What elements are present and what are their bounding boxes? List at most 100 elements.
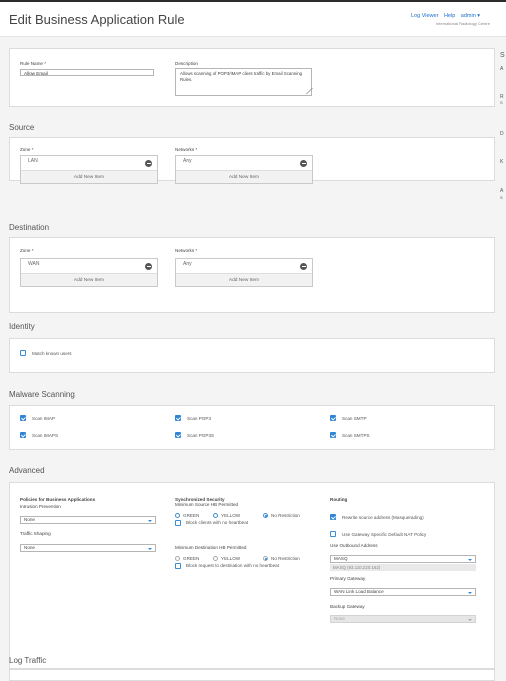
traffic-shaping-label: Traffic Shaping: [20, 531, 51, 536]
right-panel-letter: A: [500, 188, 504, 194]
rewrite-source-label: Rewrite source address (Masquerading): [342, 515, 424, 520]
right-panel-letter: S: [500, 52, 505, 59]
source-zone-list: LAN Add New Item: [20, 155, 158, 184]
log-viewer-link[interactable]: Log Viewer: [411, 13, 438, 19]
use-outbound-label: Use Outbound Address: [330, 543, 378, 548]
right-panel-letter: S: [500, 195, 503, 200]
remove-icon[interactable]: [145, 160, 152, 167]
source-zone-label: Zone *: [20, 147, 34, 152]
block-clients-label: Block clients with no heartbeat: [186, 520, 249, 525]
rule-name-input[interactable]: Allow Email: [20, 69, 154, 76]
scan-pop3-checkbox[interactable]: [175, 415, 181, 421]
destination-networks-item: Any: [183, 261, 192, 267]
destination-section-title: Destination: [9, 223, 50, 232]
backup-gateway-select[interactable]: None: [330, 615, 476, 623]
backup-gateway-value: None: [334, 616, 345, 621]
outbound-address-select[interactable]: MASQ: [330, 555, 476, 563]
scan-pop3s-label: Scan POP3S: [187, 433, 215, 438]
description-text: Allows scanning of POP3/IMAP client traf…: [180, 71, 303, 82]
policies-title: Policies for Business Applications: [20, 497, 96, 502]
traffic-shaping-value: None: [24, 545, 35, 550]
source-hb-no-restriction-label: No Restriction: [271, 513, 300, 518]
destination-networks-add-button[interactable]: Add New Item: [176, 273, 312, 286]
remove-icon[interactable]: [300, 160, 307, 167]
log-traffic-section-title: Log Traffic: [9, 656, 47, 665]
description-textarea[interactable]: Allows scanning of POP3/IMAP client traf…: [175, 68, 313, 96]
dest-hb-green-radio[interactable]: [175, 556, 180, 561]
advanced-section-title: Advanced: [9, 466, 45, 475]
backup-gateway-label: Backup Gateway: [330, 604, 365, 609]
remove-icon[interactable]: [300, 263, 307, 270]
right-side-panel: S A R S D K A S: [500, 40, 506, 280]
dest-hb-no-restriction-radio[interactable]: [263, 556, 268, 561]
right-panel-letter: S: [500, 100, 503, 105]
destination-networks-list: Any Add New Item: [175, 258, 313, 287]
organization-name: International Radiology Centre: [435, 21, 490, 26]
traffic-shaping-select[interactable]: None: [20, 544, 156, 552]
scan-smtps-checkbox[interactable]: [330, 432, 336, 438]
match-known-users-label: Match known users: [32, 351, 72, 356]
scan-imaps-label: Scan IMAPS: [32, 433, 59, 438]
advanced-card: Policies for Business Applications Intru…: [9, 482, 495, 669]
intrusion-prevention-select[interactable]: None: [20, 516, 156, 524]
source-networks-list: Any Add New Item: [175, 155, 313, 184]
outbound-ip-display: MASQ (93.110.220.162): [330, 564, 476, 571]
destination-zone-add-button[interactable]: Add New Item: [21, 273, 157, 286]
scan-smtp-checkbox[interactable]: [330, 415, 336, 421]
dest-hb-yellow-label: YELLOW: [221, 556, 241, 561]
source-section-title: Source: [9, 123, 35, 132]
rule-name-label: Rule Name *: [20, 61, 47, 66]
source-hb-no-restriction-radio[interactable]: [263, 513, 268, 518]
routing-title: Routing: [330, 497, 348, 502]
rewrite-source-checkbox[interactable]: [330, 514, 336, 520]
chevron-down-icon: [468, 591, 472, 594]
chevron-down-icon: [148, 519, 152, 522]
malware-card: Scan IMAP Scan POP3 Scan SMTP Scan IMAPS…: [9, 405, 495, 450]
block-clients-checkbox[interactable]: [175, 520, 181, 526]
outbound-address-value: MASQ: [334, 556, 348, 561]
top-links: Log Viewer Help admin ▾: [411, 13, 484, 19]
destination-zone-label: Zone *: [20, 248, 34, 253]
source-card: Zone * LAN Add New Item Networks * Any A…: [9, 137, 495, 184]
destination-networks-label: Networks *: [175, 248, 198, 253]
destination-zone-item: WAN: [28, 261, 40, 267]
primary-gateway-select[interactable]: WAN Link Load Balance: [330, 588, 476, 596]
scan-pop3s-checkbox[interactable]: [175, 432, 181, 438]
source-hb-yellow-radio[interactable]: [213, 513, 218, 518]
source-zone-item: LAN: [28, 158, 38, 164]
general-card: Rule Name * Allow Email Description Allo…: [9, 48, 495, 107]
log-traffic-card: [9, 669, 495, 681]
source-networks-add-button[interactable]: Add New Item: [176, 170, 312, 183]
admin-menu[interactable]: admin ▾: [461, 13, 480, 19]
block-dest-checkbox[interactable]: [175, 563, 181, 569]
min-dest-hb-label: Minimum Destination HB Permitted: [175, 545, 247, 550]
dest-hb-no-restriction-label: No Restriction: [271, 556, 300, 561]
source-hb-green-label: GREEN: [183, 513, 200, 518]
primary-gateway-label: Primary Gateway: [330, 576, 366, 581]
help-link[interactable]: Help: [444, 13, 455, 19]
intrusion-prevention-value: None: [24, 517, 35, 522]
scan-imap-checkbox[interactable]: [20, 415, 26, 421]
source-hb-green-radio[interactable]: [175, 513, 180, 518]
dest-hb-green-label: GREEN: [183, 556, 200, 561]
primary-gateway-value: WAN Link Load Balance: [334, 589, 384, 594]
match-known-users-checkbox[interactable]: [20, 350, 26, 356]
resize-grip-icon[interactable]: [300, 88, 313, 94]
right-panel-letter: A: [500, 66, 504, 72]
remove-icon[interactable]: [145, 263, 152, 270]
scan-imaps-checkbox[interactable]: [20, 432, 26, 438]
source-networks-label: Networks *: [175, 147, 198, 152]
min-source-hb-label: Minimum Source HB Permitted: [175, 502, 239, 507]
dest-hb-yellow-radio[interactable]: [213, 556, 218, 561]
malware-section-title: Malware Scanning: [9, 390, 75, 399]
page-title: Edit Business Application Rule: [9, 12, 185, 27]
page-header: Edit Business Application Rule Log Viewe…: [0, 2, 506, 37]
use-gateway-nat-checkbox[interactable]: [330, 531, 336, 537]
destination-zone-list: WAN Add New Item: [20, 258, 158, 287]
identity-card: Match known users: [9, 338, 495, 373]
chevron-down-icon: [468, 558, 472, 561]
scan-smtp-label: Scan SMTP: [342, 416, 367, 421]
right-panel-letter: D: [500, 131, 504, 137]
source-zone-add-button[interactable]: Add New Item: [21, 170, 157, 183]
source-networks-item: Any: [183, 158, 192, 164]
